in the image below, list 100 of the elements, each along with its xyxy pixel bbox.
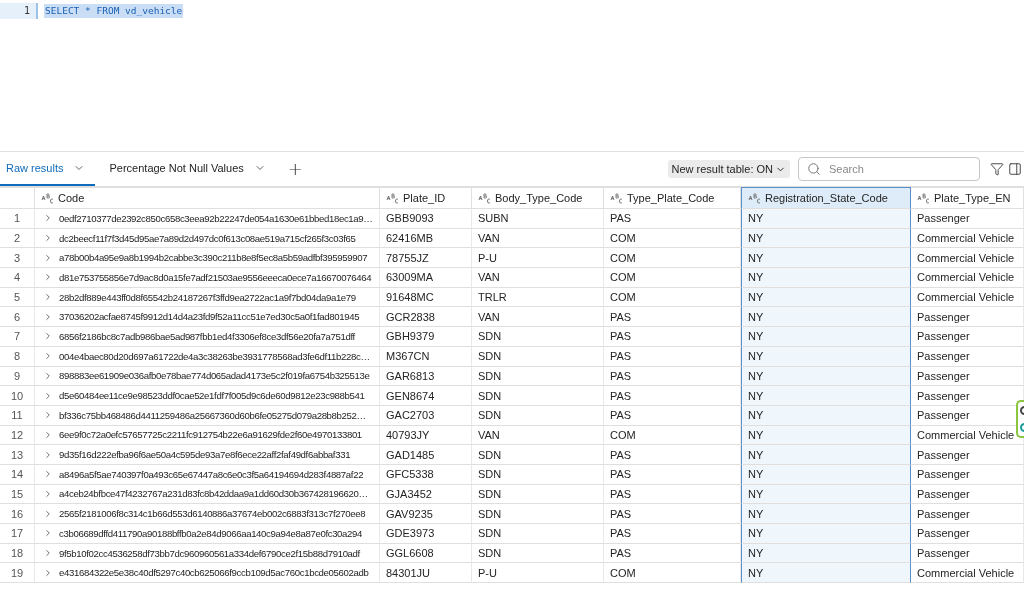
table-cell: COM xyxy=(604,425,741,446)
table-cell: SDN xyxy=(472,327,604,347)
table-cell: VAN xyxy=(472,228,604,249)
expand-icon[interactable] xyxy=(43,272,53,283)
table-cell: GFC5338 xyxy=(380,464,472,485)
expand-icon[interactable] xyxy=(43,292,53,303)
column-header[interactable]: Type_Plate_Code xyxy=(604,187,741,209)
row-number: 18 xyxy=(0,543,35,564)
row-number: 10 xyxy=(0,386,35,406)
table-cell: GCR2838 xyxy=(380,307,472,328)
table-cell: NY xyxy=(741,287,911,308)
table-cell: COM xyxy=(604,248,741,269)
row-number: 6 xyxy=(0,307,35,328)
code-value: a4ceb24bfbce47f4232767a231d83fc8b42ddaa9a1dd60d30b367428196620… xyxy=(59,488,368,500)
expand-icon[interactable] xyxy=(43,370,53,381)
table-cell: SDN xyxy=(472,464,604,485)
table-cell: 84301JU xyxy=(380,563,472,584)
table-cell: VAN xyxy=(472,425,604,446)
column-title: Body_Type_Code xyxy=(495,192,583,204)
search-field[interactable]: Search xyxy=(798,157,980,181)
table-cell: GBB9093 xyxy=(380,209,472,229)
row-number: 9 xyxy=(0,366,35,387)
expand-icon[interactable] xyxy=(43,469,53,480)
panel-icon[interactable] xyxy=(1006,160,1024,178)
result-tab[interactable]: Percentage Not Null Values xyxy=(103,152,276,186)
add-tab-button[interactable]: + xyxy=(283,160,307,178)
expand-icon[interactable] xyxy=(43,252,53,263)
table-cell: VAN xyxy=(472,307,604,328)
table-cell: GAD1485 xyxy=(380,445,472,465)
table-cell: Commercial Vehicle xyxy=(911,248,1024,269)
table-cell: Passenger xyxy=(911,504,1024,524)
search-icon xyxy=(807,162,821,176)
row-number: 13 xyxy=(0,445,35,465)
table-cell: SDN xyxy=(472,543,604,564)
row-number: 4 xyxy=(0,268,35,288)
table-cell: PAS xyxy=(604,524,741,544)
code-value: d81e753755856e7d9ac8d0a15fe7adf21503ae9556eeeca0ece7a16670076464 xyxy=(59,271,372,283)
table-cell: PAS xyxy=(604,464,741,485)
table-cell: GAV9235 xyxy=(380,504,472,524)
expand-icon[interactable] xyxy=(43,410,53,421)
code-value: 2565f2181006f8c314c1b66d553d6140886a37674eb002c6883f313c7f270ee8 xyxy=(59,508,366,520)
column-title: Registration_State_Code xyxy=(765,192,888,204)
expand-icon[interactable] xyxy=(43,488,53,499)
table-cell: Passenger xyxy=(911,366,1024,387)
table-cell: COM xyxy=(604,228,741,249)
code-value: 004e4baec80d20d697a61722de4a3c38263be3931778568ad3fe6df11b228c… xyxy=(59,350,370,362)
table-cell: NY xyxy=(741,563,911,584)
search-input[interactable]: Search xyxy=(827,162,971,176)
table-cell: Commercial Vehicle xyxy=(911,268,1024,288)
table-cell: Passenger xyxy=(911,209,1024,229)
expand-icon[interactable] xyxy=(43,233,53,244)
text-type-icon xyxy=(917,192,930,204)
table-cell: NY xyxy=(741,543,911,564)
text-type-icon xyxy=(41,192,54,204)
table-cell: PAS xyxy=(604,445,741,465)
table-cell: TRLR xyxy=(472,287,604,308)
table-cell: 62416MB xyxy=(380,228,472,249)
expand-icon[interactable] xyxy=(43,567,53,578)
table-cell: SDN xyxy=(472,386,604,406)
table-cell: Passenger xyxy=(911,543,1024,564)
table-cell: GGL6608 xyxy=(380,543,472,564)
expand-icon[interactable] xyxy=(43,351,53,362)
table-cell: NY xyxy=(741,484,911,505)
row-number: 16 xyxy=(0,504,35,524)
expand-icon[interactable] xyxy=(43,331,53,342)
filter-icon[interactable] xyxy=(988,160,1006,178)
column-title: Type_Plate_Code xyxy=(627,192,715,204)
table-cell: PAS xyxy=(604,209,741,229)
table-cell: Passenger xyxy=(911,307,1024,328)
row-number: 12 xyxy=(0,425,35,446)
code-value: 37036202acfae8745f9912d14d4a23fd9f52a11cc51e7ed30c5a0f1fad801945 xyxy=(59,311,360,323)
expand-icon[interactable] xyxy=(43,390,53,401)
column-header[interactable]: Plate_Type_EN xyxy=(911,187,1024,209)
table-cell: PAS xyxy=(604,307,741,328)
row-number: 1 xyxy=(0,209,35,229)
table-cell: NY xyxy=(741,445,911,465)
table-cell: NY xyxy=(741,504,911,524)
expand-icon[interactable] xyxy=(43,508,53,519)
text-type-icon xyxy=(478,192,491,204)
table-cell: PAS xyxy=(604,405,741,426)
column-header[interactable]: Plate_ID xyxy=(380,187,472,209)
table-cell: SDN xyxy=(472,445,604,465)
expand-icon[interactable] xyxy=(43,213,53,224)
column-header[interactable]: Code xyxy=(35,187,380,209)
expand-icon[interactable] xyxy=(43,449,53,460)
table-cell: 78755JZ xyxy=(380,248,472,269)
column-header[interactable]: Registration_State_Code xyxy=(741,187,911,209)
table-cell: Passenger xyxy=(911,445,1024,465)
expand-icon[interactable] xyxy=(43,528,53,539)
expand-icon[interactable] xyxy=(43,548,53,559)
code-value: 28b2df889e443ff0d8f65542b24187267f3ffd9ea2722ac1a9f7bd04da9a1e79 xyxy=(59,291,356,303)
result-table-toggle[interactable]: New result table: ON xyxy=(667,160,790,178)
column-title: Code xyxy=(58,192,85,204)
expand-icon[interactable] xyxy=(43,429,53,440)
table-cell: NY xyxy=(741,346,911,367)
expand-icon[interactable] xyxy=(43,311,53,322)
code-value: a8496a5f5ae740397f0a493c65e67447a8c6e0c3f5a64194694d283f4887af22 xyxy=(59,468,364,480)
column-header[interactable]: Body_Type_Code xyxy=(472,187,604,209)
code-value: a78b00b4a95e9a8b1994b2cabbe3c390c211b8e8f5ec8a5b59adfbf395959907 xyxy=(59,252,368,264)
table-cell: GAR6813 xyxy=(380,366,472,387)
